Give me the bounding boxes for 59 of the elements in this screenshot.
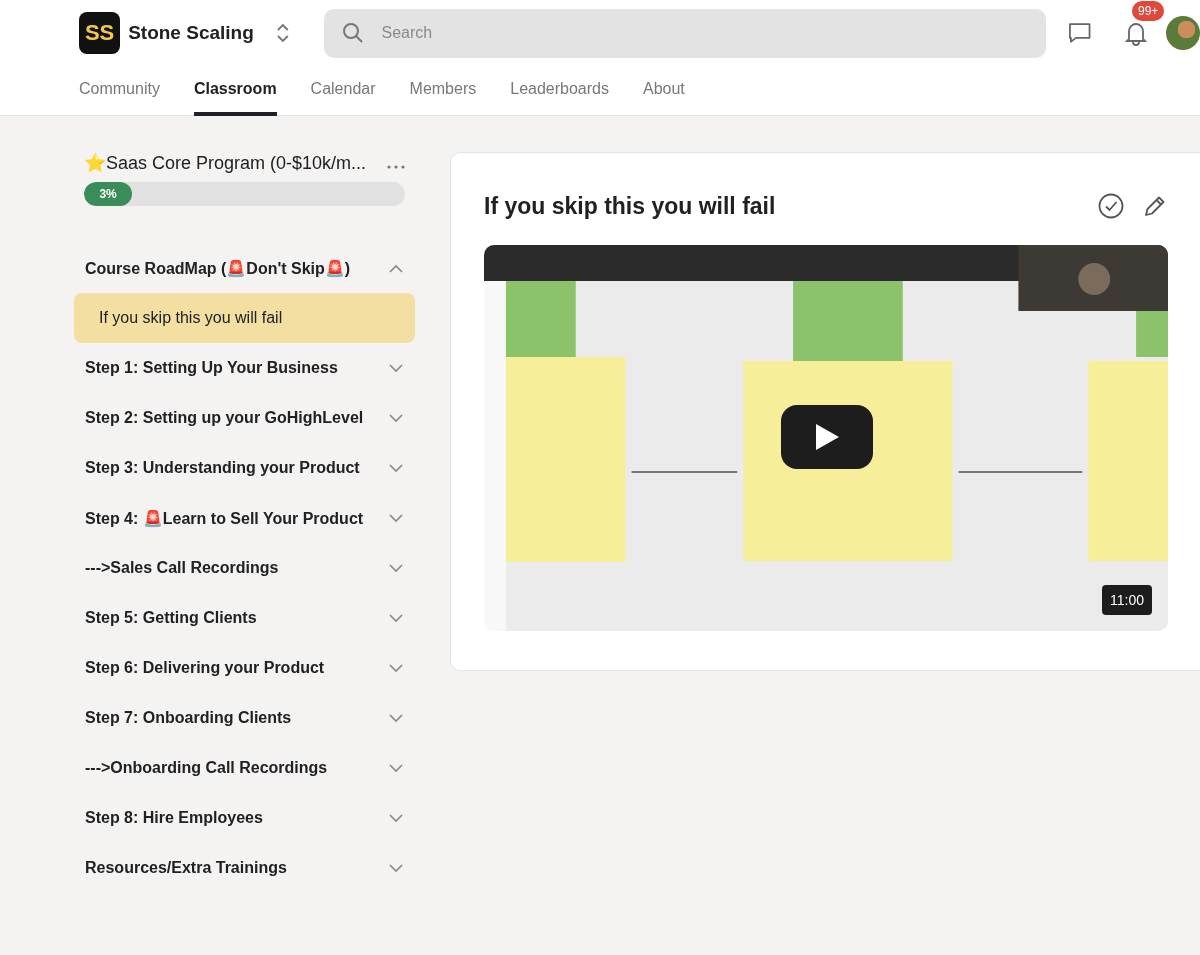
play-icon xyxy=(814,423,840,451)
more-icon xyxy=(387,164,405,169)
module-title: Step 6: Delivering your Product xyxy=(85,659,325,677)
module-title: --->Onboarding Call Recordings xyxy=(85,759,328,777)
module-title: Step 8: Hire Employees xyxy=(85,809,263,827)
chevron-down-icon xyxy=(389,563,403,573)
module-item[interactable]: Resources/Extra Trainings xyxy=(74,843,415,893)
chevron-down-icon xyxy=(389,463,403,473)
search-field[interactable]: Search xyxy=(323,8,1046,58)
module-title: Course RoadMap (🚨Don't Skip🚨) xyxy=(85,258,351,278)
module-title: Step 7: Onboarding Clients xyxy=(85,709,292,727)
module-item[interactable]: --->Sales Call Recordings xyxy=(74,543,415,593)
module-item[interactable]: Step 5: Getting Clients xyxy=(74,593,415,643)
module-item[interactable]: Step 4: 🚨Learn to Sell Your Product xyxy=(74,493,415,543)
nav-tab[interactable]: Calendar xyxy=(310,64,376,116)
chevron-down-icon xyxy=(389,613,403,623)
bell-icon[interactable] xyxy=(1124,20,1148,46)
chat-icon[interactable] xyxy=(1066,21,1092,45)
module-title: Step 4: 🚨Learn to Sell Your Product xyxy=(85,508,364,528)
module-item[interactable]: Course RoadMap (🚨Don't Skip🚨) xyxy=(74,243,415,293)
module-item[interactable]: Step 6: Delivering your Product xyxy=(74,643,415,693)
progress-fill: 3% xyxy=(84,182,133,206)
chevron-down-icon xyxy=(389,513,403,523)
nav-tab[interactable]: Members xyxy=(409,64,477,116)
module-item[interactable]: Step 2: Setting up your GoHighLevel xyxy=(74,393,415,443)
chevron-down-icon xyxy=(389,413,403,423)
nav-tab[interactable]: Community xyxy=(79,64,160,116)
module-item[interactable]: --->Onboarding Call Recordings xyxy=(74,743,415,793)
chevron-down-icon xyxy=(389,713,403,723)
lesson-item[interactable]: If you skip this you will fail xyxy=(74,293,415,343)
notification-badge: 99+ xyxy=(1132,1,1165,21)
module-title: Step 2: Setting up your GoHighLevel xyxy=(85,409,364,427)
module-item[interactable]: Step 7: Onboarding Clients xyxy=(74,693,415,743)
nav-tab[interactable]: Leaderboards xyxy=(510,64,609,116)
community-name[interactable]: Stone Scaling xyxy=(128,22,254,44)
chevron-down-icon xyxy=(389,363,403,373)
module-title: --->Sales Call Recordings xyxy=(85,559,279,577)
switch-icon[interactable] xyxy=(275,22,290,44)
chevron-down-icon xyxy=(389,813,403,823)
chevron-down-icon xyxy=(389,863,403,873)
lesson-title: If you skip this you will fail xyxy=(484,192,776,220)
module-title: Step 5: Getting Clients xyxy=(85,609,257,627)
module-item[interactable]: Step 1: Setting Up Your Business xyxy=(74,343,415,393)
chevron-down-icon xyxy=(389,663,403,673)
community-logo[interactable]: SS xyxy=(79,12,121,54)
module-title: Step 1: Setting Up Your Business xyxy=(85,359,338,377)
check-circle-icon[interactable] xyxy=(1098,193,1124,219)
module-item[interactable]: Step 8: Hire Employees xyxy=(74,793,415,843)
chevron-down-icon xyxy=(389,763,403,773)
nav-tab[interactable]: About xyxy=(643,64,685,116)
module-title: Step 3: Understanding your Product xyxy=(85,459,360,477)
module-item[interactable]: Step 3: Understanding your Product xyxy=(74,443,415,493)
nav-tab[interactable]: Classroom xyxy=(193,64,277,116)
module-title: Resources/Extra Trainings xyxy=(85,859,287,877)
chevron-up-icon xyxy=(389,263,403,273)
video-duration: 11:00 xyxy=(1102,585,1152,615)
course-title: ⭐Saas Core Program (0-$10k/m... xyxy=(84,152,367,174)
user-avatar[interactable] xyxy=(1166,16,1200,50)
play-button[interactable] xyxy=(781,405,873,469)
